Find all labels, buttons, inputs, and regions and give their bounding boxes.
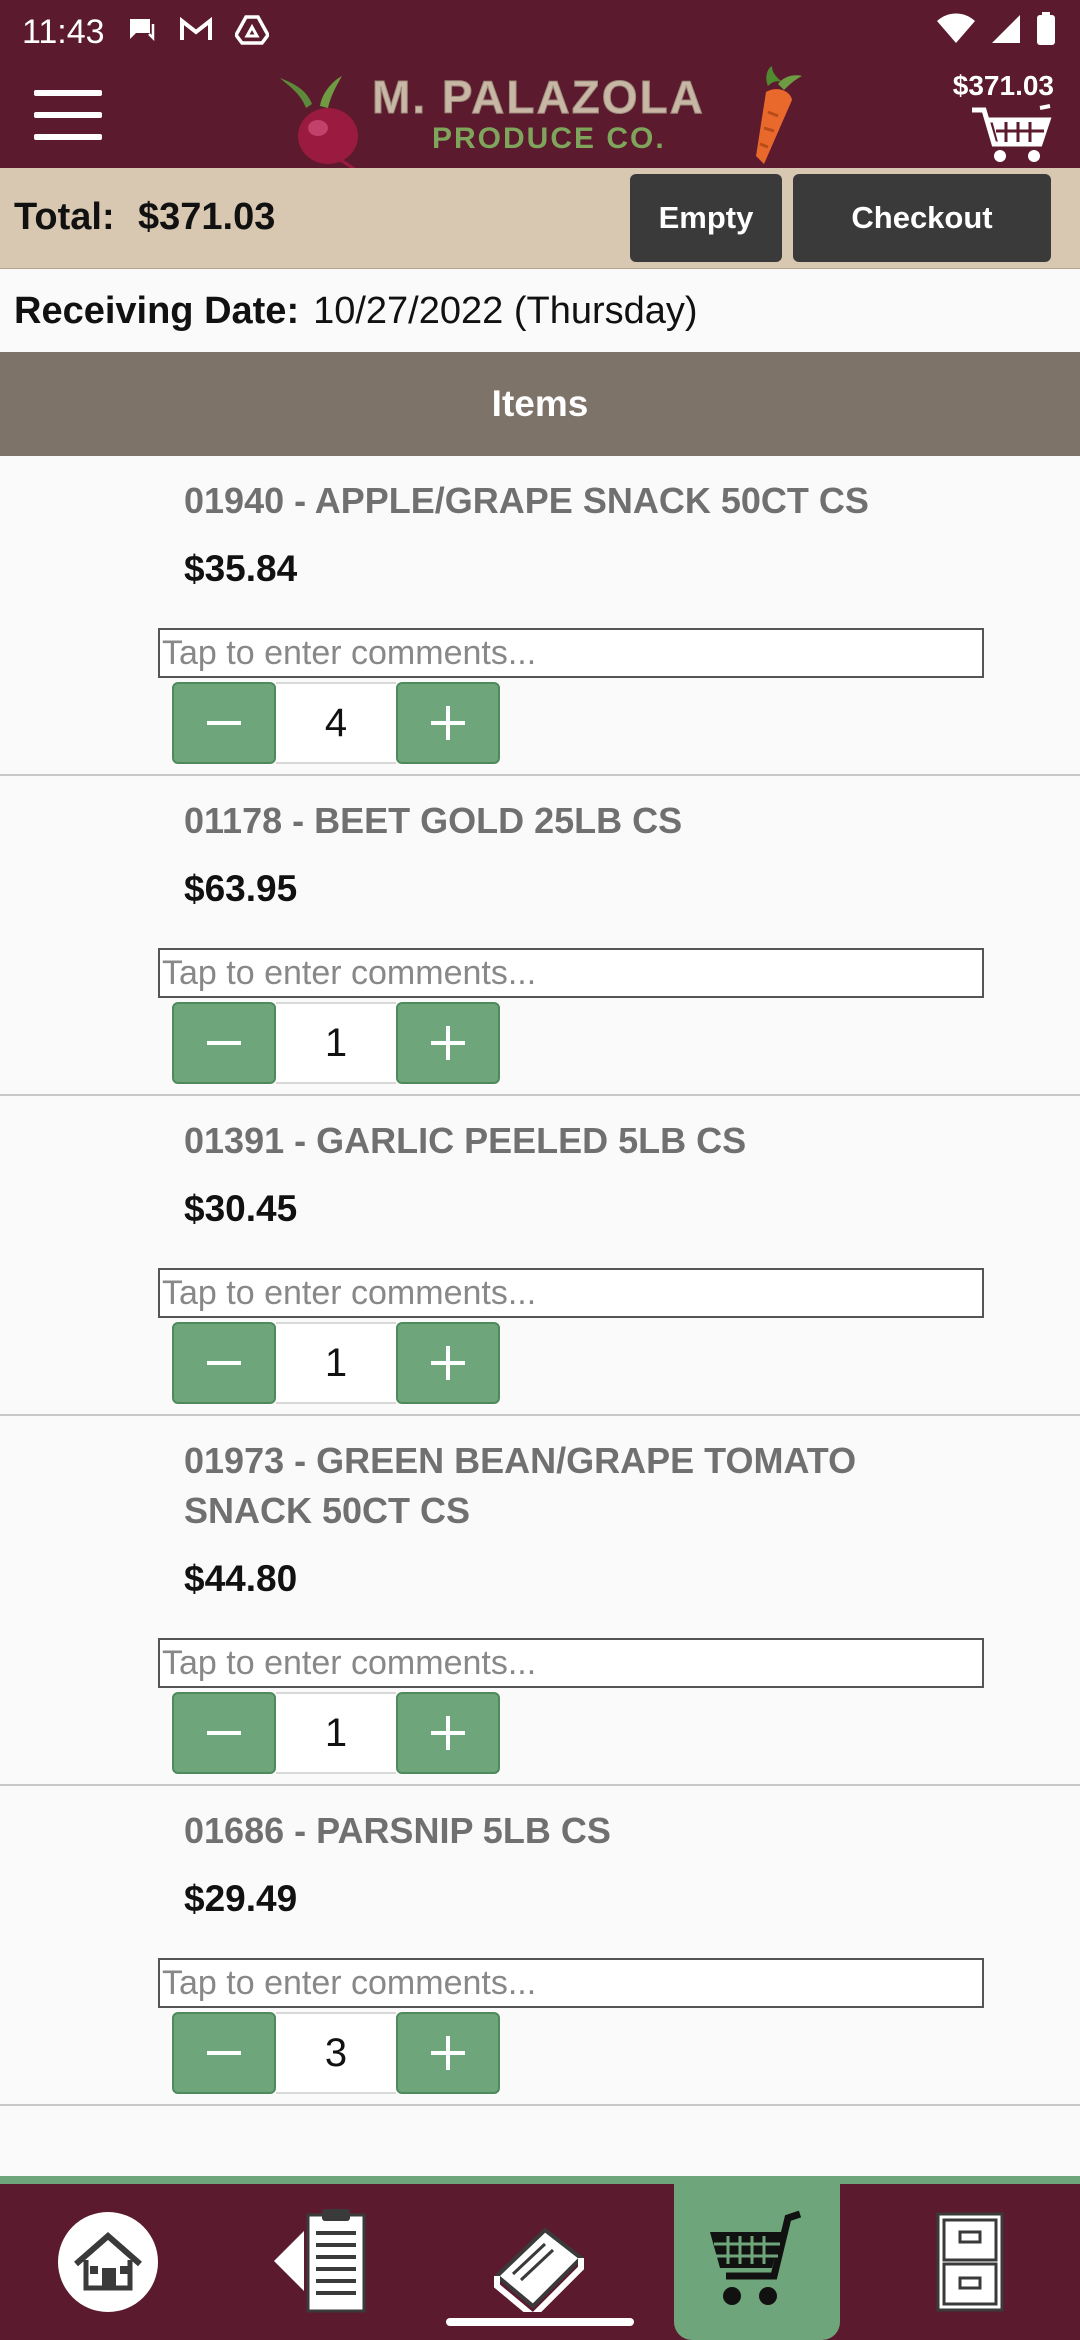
cart-item: 01686 - PARSNIP 5LB CS $29.49 3	[0, 1786, 1080, 2106]
items-header: Items	[0, 352, 1080, 456]
receiving-date-value: 10/27/2022 (Thursday)	[313, 290, 698, 332]
item-name: 01178 - BEET GOLD 25LB CS	[184, 800, 683, 841]
total-value: $371.03	[138, 196, 276, 238]
catalog-book-icon	[494, 2227, 585, 2312]
item-price: $30.45	[184, 1188, 298, 1229]
increment-button[interactable]	[396, 1322, 500, 1404]
decrement-button[interactable]	[172, 1692, 276, 1774]
cart-item: 01178 - BEET GOLD 25LB CS $63.95 1	[0, 776, 1080, 1096]
cart-item: 01973 - GREEN BEAN/GRAPE TOMATO SNACK 50…	[0, 1416, 1080, 1786]
item-name: 01391 - GARLIC PEELED 5LB CS	[184, 1120, 747, 1161]
logo-title: M. PALAZOLA	[372, 71, 705, 124]
gesture-bar[interactable]	[446, 2318, 634, 2326]
checkout-button[interactable]: Checkout	[793, 174, 1051, 262]
empty-cart-button[interactable]: Empty	[630, 174, 782, 262]
beet-icon	[280, 76, 358, 172]
nav-catalog[interactable]	[470, 2184, 606, 2340]
carrot-icon	[756, 66, 802, 164]
minus-icon	[207, 1731, 241, 1735]
menu-bar	[34, 112, 102, 118]
plus-icon	[431, 706, 465, 740]
quantity-value[interactable]: 1	[276, 1002, 396, 1084]
logo-subtitle: PRODUCE CO.	[432, 122, 666, 155]
receiving-date-row[interactable]: Receiving Date: 10/27/2022 (Thursday)	[14, 290, 698, 333]
comment-input[interactable]	[158, 1268, 984, 1318]
receiving-date-label: Receiving Date:	[14, 290, 300, 332]
cart-item: 01391 - GARLIC PEELED 5LB CS $30.45 1	[0, 1096, 1080, 1416]
menu-bar	[34, 90, 102, 96]
increment-button[interactable]	[396, 682, 500, 764]
item-price: $29.49	[184, 1878, 298, 1919]
decrement-button[interactable]	[172, 1322, 276, 1404]
quantity-value[interactable]: 1	[276, 1692, 396, 1774]
cart-item: 01940 - APPLE/GRAPE SNACK 50CT CS $35.84…	[0, 456, 1080, 776]
cart-icon	[710, 2210, 802, 2305]
app-header: M. PALAZOLA PRODUCE CO. $371.03	[0, 64, 1080, 172]
quantity-stepper: 1	[172, 1002, 500, 1084]
quantity-value[interactable]: 3	[276, 2012, 396, 2094]
decrement-button[interactable]	[172, 1002, 276, 1084]
item-name: 01940 - APPLE/GRAPE SNACK 50CT CS	[184, 480, 869, 521]
wifi-icon	[936, 13, 976, 50]
comment-input[interactable]	[158, 628, 984, 678]
bottom-nav	[0, 2176, 1080, 2340]
comment-input[interactable]	[158, 948, 984, 998]
home-icon	[58, 2212, 158, 2312]
status-bar: 11:43	[0, 0, 1080, 64]
plus-icon	[431, 1716, 465, 1750]
item-name: 01686 - PARSNIP 5LB CS	[184, 1810, 611, 1851]
menu-bar	[34, 134, 102, 140]
minus-icon	[207, 1361, 241, 1365]
increment-button[interactable]	[396, 1002, 500, 1084]
nav-order-guide[interactable]	[256, 2184, 392, 2340]
quantity-stepper: 3	[172, 2012, 500, 2094]
drive-icon	[233, 14, 270, 50]
quantity-stepper: 1	[172, 1322, 500, 1404]
minus-icon	[207, 1041, 241, 1045]
order-guide-icon	[274, 2209, 366, 2313]
minus-icon	[207, 2051, 241, 2055]
message-icon	[127, 16, 157, 49]
total-bar: Total: $371.03 Empty Checkout	[0, 168, 1080, 269]
quantity-value[interactable]: 1	[276, 1322, 396, 1404]
nav-home[interactable]	[40, 2184, 176, 2340]
logo: M. PALAZOLA PRODUCE CO.	[276, 64, 806, 172]
quantity-stepper: 4	[172, 682, 500, 764]
quantity-value[interactable]: 4	[276, 682, 396, 764]
battery-icon	[1036, 12, 1056, 51]
gmail-icon	[179, 16, 213, 48]
plus-icon	[431, 1346, 465, 1380]
item-price: $44.80	[184, 1558, 298, 1599]
nav-cart[interactable]	[674, 2184, 840, 2340]
header-cart-amount: $371.03	[952, 70, 1054, 101]
plus-icon	[431, 1026, 465, 1060]
minus-icon	[207, 721, 241, 725]
header-cart-icon[interactable]	[970, 104, 1054, 169]
file-cabinet-icon	[936, 2212, 1004, 2312]
nav-history[interactable]	[902, 2184, 1038, 2340]
total-label: Total:	[14, 196, 115, 238]
status-time: 11:43	[22, 12, 105, 51]
item-name: 01973 - GREEN BEAN/GRAPE TOMATO SNACK 50…	[184, 1440, 857, 1531]
plus-icon	[431, 2036, 465, 2070]
item-price: $35.84	[184, 548, 298, 589]
quantity-stepper: 1	[172, 1692, 500, 1774]
increment-button[interactable]	[396, 2012, 500, 2094]
item-price: $63.95	[184, 868, 298, 909]
decrement-button[interactable]	[172, 682, 276, 764]
menu-button[interactable]	[34, 90, 102, 140]
comment-input[interactable]	[158, 1958, 984, 2008]
signal-icon	[990, 13, 1022, 50]
cart-item-list: 01940 - APPLE/GRAPE SNACK 50CT CS $35.84…	[0, 456, 1080, 2106]
decrement-button[interactable]	[172, 2012, 276, 2094]
increment-button[interactable]	[396, 1692, 500, 1774]
comment-input[interactable]	[158, 1638, 984, 1688]
